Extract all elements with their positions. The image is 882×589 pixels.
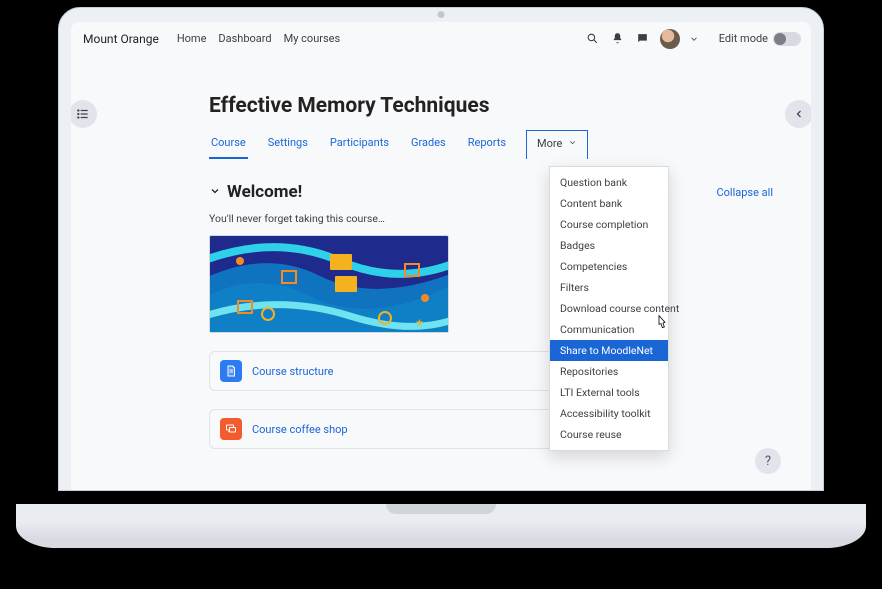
welcome-subtitle: You'll never forget taking this course… xyxy=(209,212,773,225)
menu-filters[interactable]: Filters xyxy=(550,277,668,298)
menu-course-completion[interactable]: Course completion xyxy=(550,214,668,235)
nav-home[interactable]: Home xyxy=(177,32,207,45)
chevron-down-icon xyxy=(209,182,221,202)
menu-content-bank[interactable]: Content bank xyxy=(550,193,668,214)
collapse-all-link[interactable]: Collapse all xyxy=(716,186,773,199)
camera-dot xyxy=(438,11,445,18)
course-banner-image: ★ xyxy=(209,235,449,333)
tab-settings[interactable]: Settings xyxy=(266,130,310,159)
nav-dashboard[interactable]: Dashboard xyxy=(218,32,271,45)
edit-mode-label: Edit mode xyxy=(719,32,768,45)
tab-more-label: More xyxy=(537,137,562,150)
avatar[interactable] xyxy=(660,29,680,49)
cursor-pointer-icon xyxy=(653,314,669,336)
course-title: Effective Memory Techniques xyxy=(209,94,773,118)
menu-lti-external-tools[interactable]: LTI External tools xyxy=(550,382,668,403)
menu-communication[interactable]: Communication xyxy=(550,319,668,340)
user-menu-chevron-icon[interactable] xyxy=(683,28,705,50)
svg-text:★: ★ xyxy=(415,318,424,329)
tab-participants[interactable]: Participants xyxy=(328,130,391,159)
menu-download-course-content[interactable]: Download course content xyxy=(550,298,668,319)
message-icon[interactable] xyxy=(632,28,654,50)
chevron-down-icon xyxy=(568,137,577,150)
page-icon xyxy=(220,360,242,382)
menu-question-bank[interactable]: Question bank xyxy=(550,172,668,193)
search-icon[interactable] xyxy=(582,28,604,50)
tab-grades[interactable]: Grades xyxy=(409,130,448,159)
tab-reports[interactable]: Reports xyxy=(466,130,508,159)
menu-share-to-moodlenet[interactable]: Share to MoodleNet xyxy=(550,340,668,361)
course-tabs: Course Settings Participants Grades Repo… xyxy=(209,130,773,160)
section-welcome-heading[interactable]: Welcome! xyxy=(209,182,302,202)
menu-competencies[interactable]: Competencies xyxy=(550,256,668,277)
menu-repositories[interactable]: Repositories xyxy=(550,361,668,382)
tab-course[interactable]: Course xyxy=(209,130,248,159)
welcome-text: Welcome! xyxy=(227,182,302,202)
edit-mode-toggle[interactable] xyxy=(773,32,801,46)
menu-badges[interactable]: Badges xyxy=(550,235,668,256)
forum-icon xyxy=(220,418,242,440)
menu-course-reuse[interactable]: Course reuse xyxy=(550,424,668,445)
menu-accessibility-toolkit[interactable]: Accessibility toolkit xyxy=(550,403,668,424)
help-button[interactable]: ? xyxy=(755,448,781,474)
activity-label: Course coffee shop xyxy=(252,423,348,436)
nav-mycourses[interactable]: My courses xyxy=(284,32,341,45)
top-navbar: Mount Orange Home Dashboard My courses E… xyxy=(71,22,811,56)
laptop-base xyxy=(16,504,866,548)
bell-icon[interactable] xyxy=(607,28,629,50)
tab-more[interactable]: More xyxy=(526,130,588,159)
site-brand[interactable]: Mount Orange xyxy=(83,32,159,46)
more-dropdown-menu: Question bank Content bank Course comple… xyxy=(549,166,669,451)
activity-label: Course structure xyxy=(252,365,333,378)
